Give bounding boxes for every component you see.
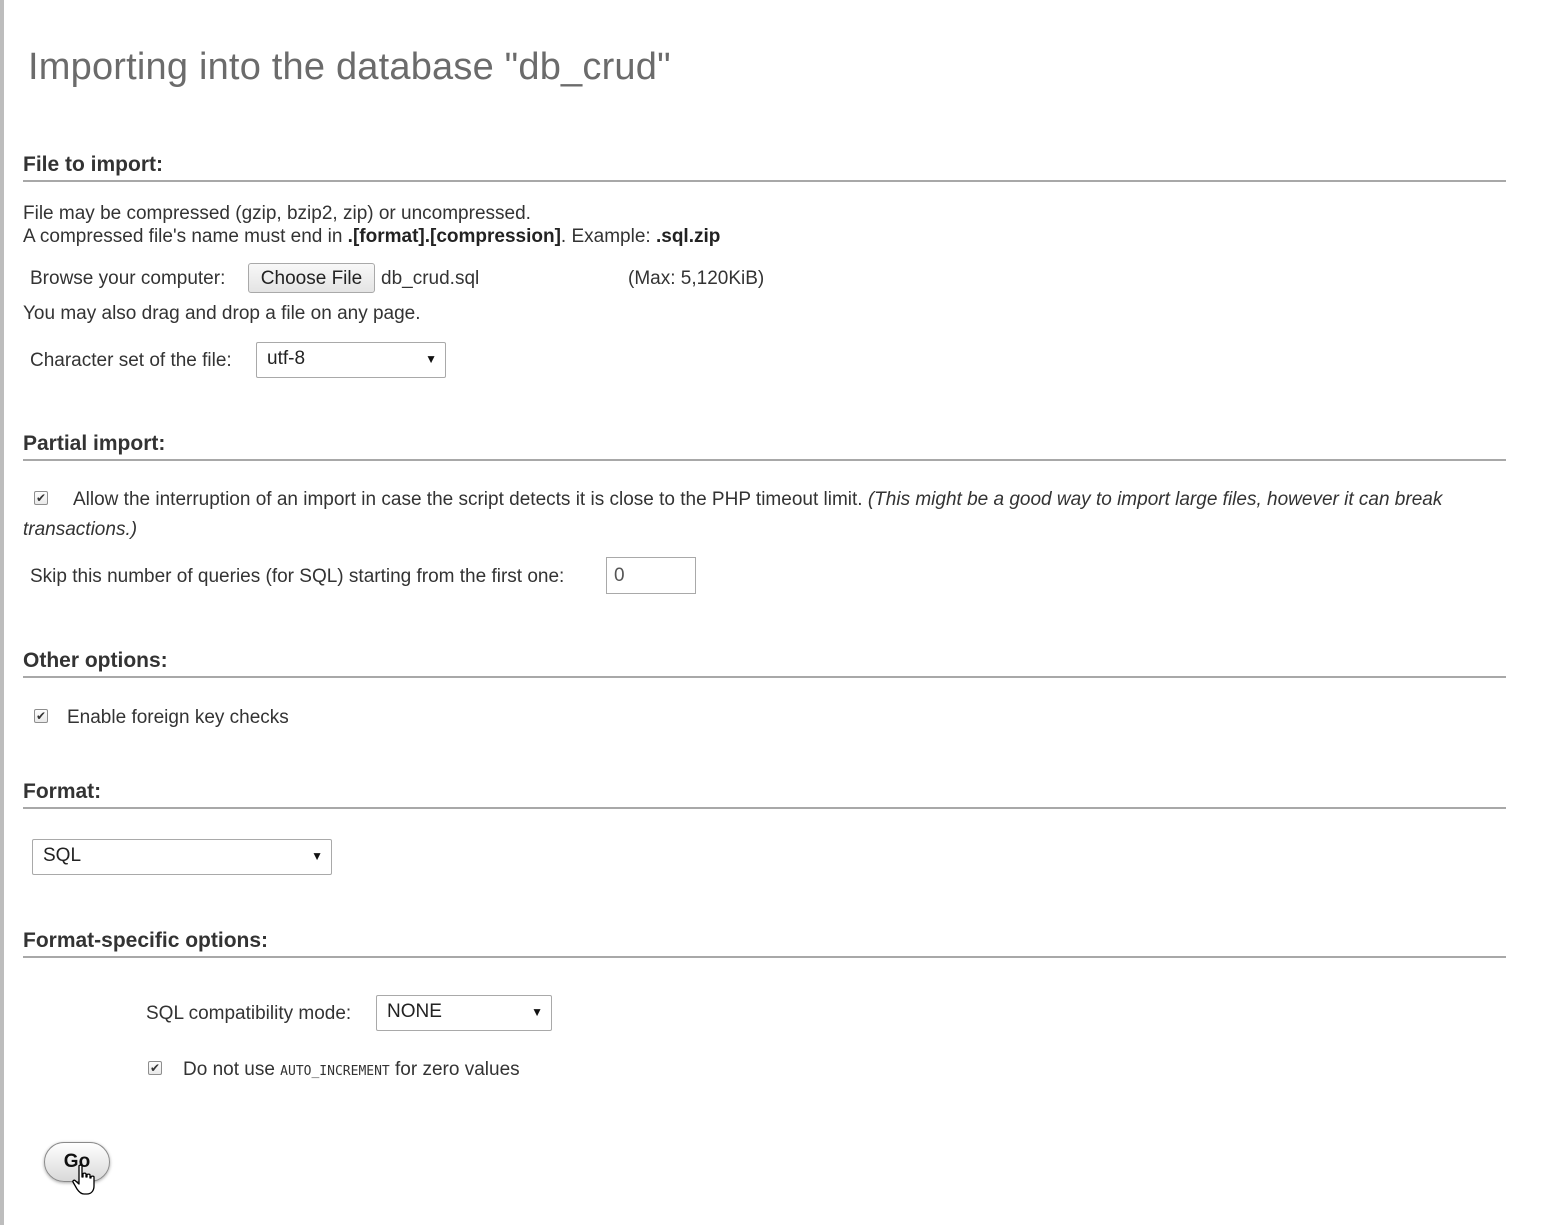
foreign-key-label: Enable foreign key checks bbox=[67, 707, 289, 728]
allow-interrupt-note-end: transactions.) bbox=[23, 519, 138, 540]
check-icon: ✔ bbox=[35, 709, 47, 723]
compression-example: .sql.zip bbox=[655, 226, 721, 247]
sql-compat-select-value: NONE bbox=[387, 1001, 442, 1022]
charset-select[interactable]: utf-8 ▼ bbox=[256, 342, 446, 378]
browse-label: Browse your computer: bbox=[30, 268, 226, 289]
compression-name-note: A compressed file's name must end in .[f… bbox=[23, 225, 720, 248]
foreign-key-checkbox[interactable]: ✔ bbox=[34, 709, 48, 723]
check-icon: ✔ bbox=[35, 491, 47, 505]
partial-import-heading: Partial import: bbox=[23, 432, 1506, 461]
max-upload-size: (Max: 5,120KiB) bbox=[628, 268, 765, 289]
triangle-down-icon: ▼ bbox=[425, 352, 437, 366]
skip-queries-label: Skip this number of queries (for SQL) st… bbox=[30, 566, 565, 587]
check-icon: ✔ bbox=[149, 1061, 161, 1075]
drag-drop-note: You may also drag and drop a file on any… bbox=[23, 303, 421, 324]
charset-select-value: utf-8 bbox=[267, 348, 306, 369]
file-to-import-heading: File to import: bbox=[23, 153, 1506, 182]
allow-interrupt-text: Allow the interruption of an import in c… bbox=[73, 489, 863, 510]
hand-pointer-icon bbox=[72, 1164, 95, 1195]
allow-interrupt-checkbox[interactable]: ✔ bbox=[34, 491, 48, 505]
import-page: Importing into the database "db_crud" Fi… bbox=[0, 0, 1560, 1225]
sql-compat-label: SQL compatibility mode: bbox=[146, 1003, 352, 1024]
format-select-value: SQL bbox=[43, 845, 82, 866]
auto-increment-prefix: Do not use bbox=[183, 1059, 281, 1080]
auto-increment-checkbox[interactable]: ✔ bbox=[148, 1061, 162, 1075]
page-title: Importing into the database "db_crud" bbox=[28, 46, 671, 88]
format-specific-heading: Format-specific options: bbox=[23, 929, 1506, 958]
allow-interrupt-note-continued: transactions.) bbox=[23, 518, 137, 541]
triangle-down-icon: ▼ bbox=[311, 849, 323, 863]
auto-increment-suffix: for zero values bbox=[389, 1059, 520, 1080]
auto-increment-label: Do not use AUTO_INCREMENT for zero value… bbox=[183, 1058, 520, 1083]
sql-compat-select[interactable]: NONE ▼ bbox=[376, 995, 552, 1031]
charset-label: Character set of the file: bbox=[30, 350, 232, 371]
format-heading: Format: bbox=[23, 780, 1506, 809]
auto-increment-code: AUTO_INCREMENT bbox=[280, 1064, 390, 1079]
compression-example-label: . Example: bbox=[560, 226, 656, 247]
compression-note: File may be compressed (gzip, bzip2, zip… bbox=[23, 203, 531, 224]
allow-interrupt-note: (This might be a good way to import larg… bbox=[867, 489, 1443, 510]
compression-name-prefix: A compressed file's name must end in bbox=[23, 226, 348, 247]
chosen-file-name: db_crud.sql bbox=[381, 268, 480, 289]
skip-queries-input[interactable]: 0 bbox=[606, 557, 696, 594]
allow-interrupt-label: Allow the interruption of an import in c… bbox=[73, 488, 1442, 511]
compression-format: .[format].[compression] bbox=[347, 226, 561, 247]
triangle-down-icon: ▼ bbox=[531, 1005, 543, 1019]
format-select[interactable]: SQL ▼ bbox=[32, 839, 332, 875]
choose-file-button[interactable]: Choose File bbox=[248, 263, 375, 293]
other-options-heading: Other options: bbox=[23, 649, 1506, 678]
